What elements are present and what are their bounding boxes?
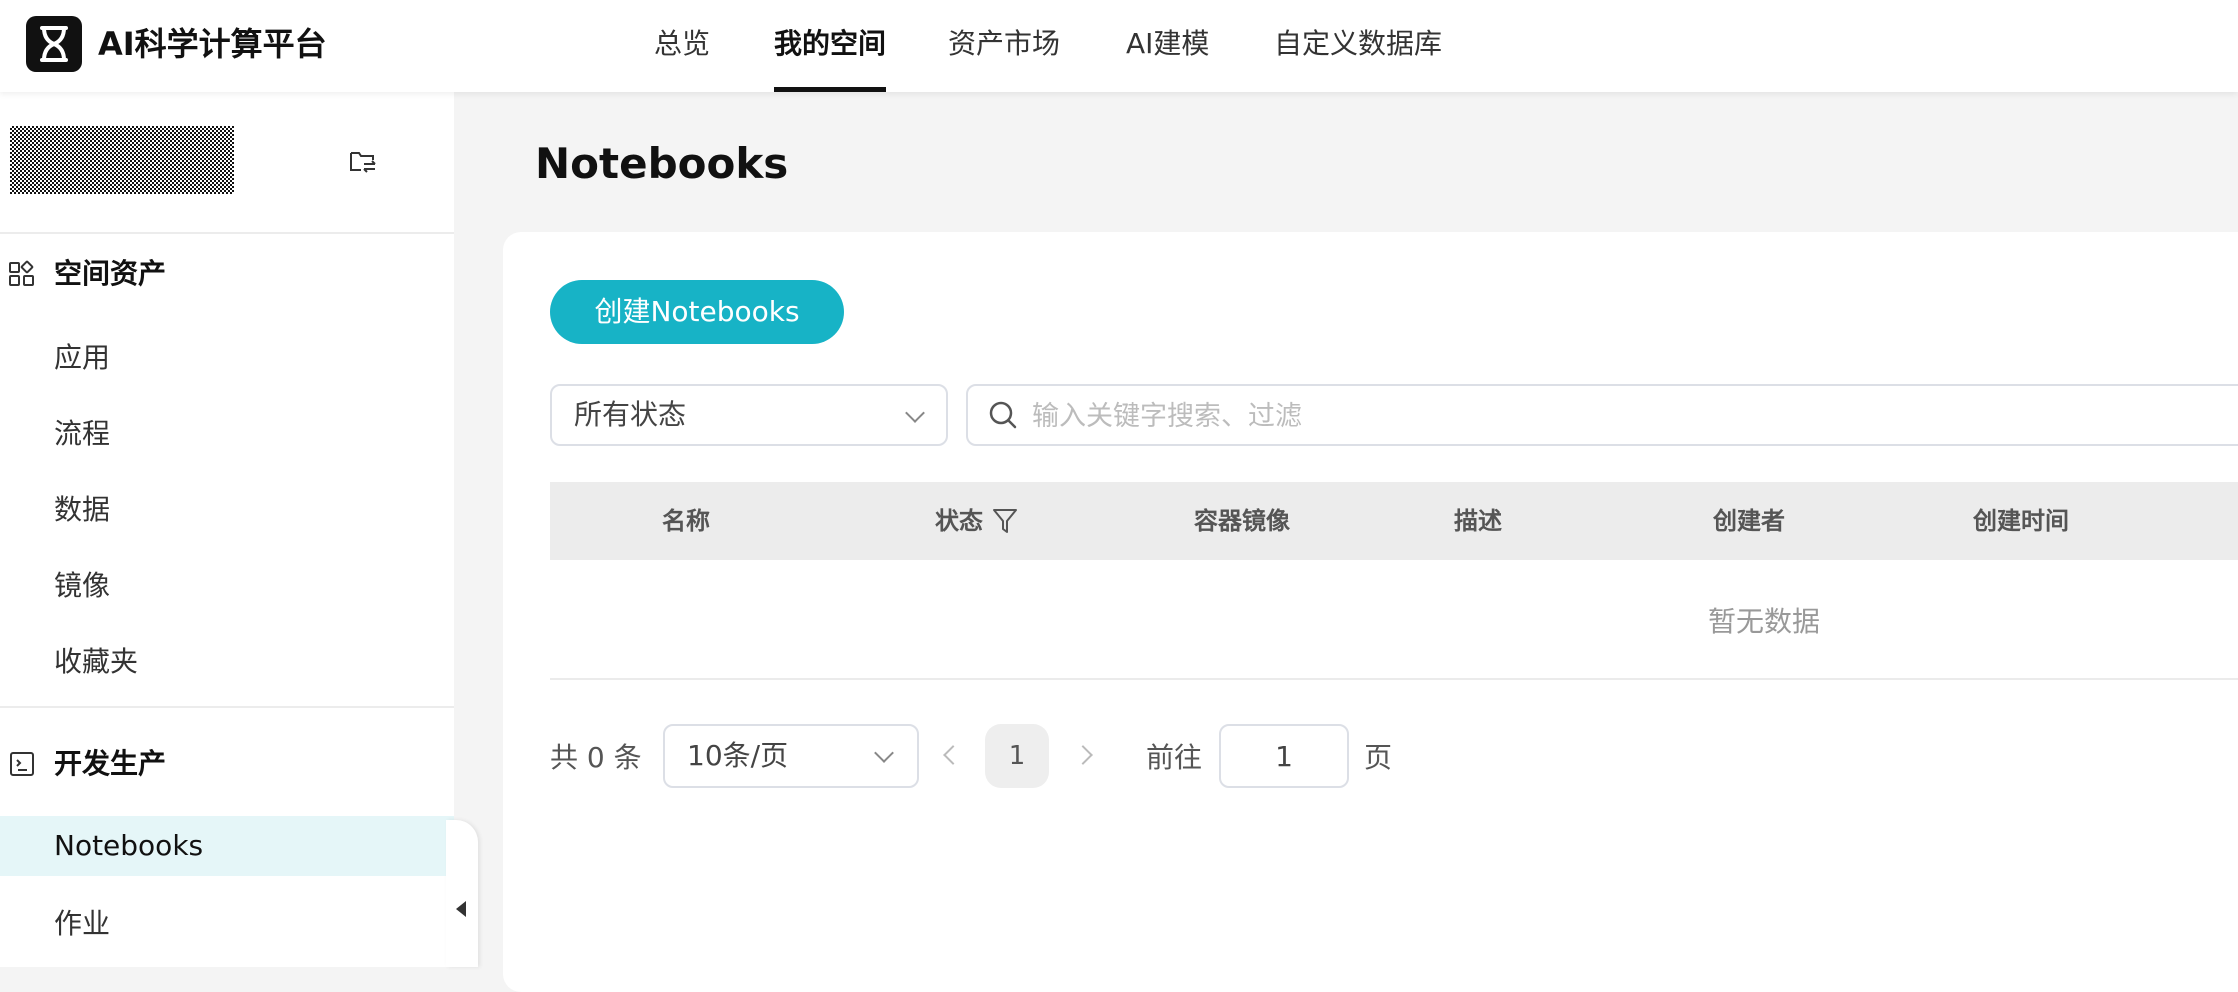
page-size-select[interactable]: 10条/页 (663, 724, 919, 788)
column-header-creator: 创建者 (1713, 507, 1785, 535)
empty-state-text: 暂无数据 (1708, 605, 1821, 638)
sidebar-item-label: Notebooks (54, 829, 204, 862)
nav-overview[interactable]: 总览 (654, 20, 710, 68)
sidebar-collapse-button[interactable] (446, 820, 478, 967)
nav-custom-database[interactable]: 自定义数据库 (1274, 20, 1442, 68)
search-icon (988, 400, 1018, 430)
goto-page-input[interactable] (1219, 724, 1349, 788)
sidebar-item-label: 流程 (54, 417, 111, 450)
sidebar-item-label: 数据 (54, 493, 111, 526)
nav-ai-modeling[interactable]: AI建模 (1126, 20, 1209, 68)
table-bottom-divider (550, 678, 2238, 680)
caret-left-icon (456, 901, 466, 917)
sidebar-item-label: 镜像 (54, 569, 111, 602)
create-notebook-button[interactable]: 创建Notebooks (550, 280, 844, 344)
sidebar-group-space-assets[interactable]: 空间资产 (0, 246, 454, 302)
workspace-avatar (10, 126, 234, 194)
column-header-name: 名称 (662, 507, 710, 535)
column-header-created-time: 创建时间 (1973, 507, 2069, 535)
table-header: 名称 状态 容器镜像 描述 创建者 创建时间 (550, 482, 2238, 560)
page-size-value: 10条/页 (687, 739, 789, 772)
sidebar-divider (0, 232, 454, 234)
filter-icon[interactable] (992, 507, 1018, 535)
sidebar-item-label: 作业 (54, 907, 111, 940)
sidebar-item-data[interactable]: 数据 (0, 480, 454, 540)
sidebar-item-favorites[interactable]: 收藏夹 (0, 632, 454, 692)
column-header-container-image: 容器镜像 (1194, 507, 1290, 535)
sidebar-item-label: 收藏夹 (54, 645, 139, 678)
sidebar-group-label: 空间资产 (54, 257, 167, 290)
sidebar-item-apps[interactable]: 应用 (0, 328, 454, 388)
top-bar: AI科学计算平台 总览 我的空间 资产市场 AI建模 自定义数据库 (0, 0, 2238, 92)
nav-asset-market[interactable]: 资产市场 (948, 20, 1060, 68)
sidebar: 空间资产 应用 流程 数据 镜像 收藏夹 开发生产 Notebooks 作业 (0, 92, 454, 967)
content-card (503, 232, 2238, 992)
logo-hourglass-icon[interactable] (26, 16, 82, 72)
sidebar-group-dev-production[interactable]: 开发生产 (0, 736, 454, 792)
nav-my-space[interactable]: 我的空间 (774, 20, 886, 68)
page-suffix: 页 (1364, 741, 1393, 774)
column-header-description: 描述 (1454, 507, 1502, 535)
status-filter-select[interactable]: 所有状态 (550, 384, 948, 446)
sidebar-item-images[interactable]: 镜像 (0, 556, 454, 616)
search-input[interactable] (1030, 392, 2184, 440)
sidebar-divider (0, 706, 454, 708)
sidebar-item-workflows[interactable]: 流程 (0, 404, 454, 464)
switch-workspace-icon[interactable] (348, 146, 378, 176)
active-nav-indicator (774, 87, 886, 92)
sidebar-item-notebooks[interactable]: Notebooks (0, 816, 454, 876)
sidebar-group-label: 开发生产 (54, 747, 167, 780)
sidebar-item-label: 应用 (54, 341, 111, 374)
terminal-icon (8, 750, 36, 778)
app-title: AI科学计算平台 (98, 25, 327, 63)
pagination-total: 共 0 条 (550, 741, 642, 774)
chevron-down-icon (874, 743, 894, 763)
search-box (966, 384, 2238, 446)
goto-label: 前往 (1146, 741, 1203, 774)
grid-icon (8, 260, 36, 288)
chevron-down-icon (905, 403, 925, 423)
status-filter-value: 所有状态 (574, 398, 687, 431)
column-header-status: 状态 (935, 507, 983, 535)
page-title: Notebooks (535, 139, 789, 188)
sidebar-item-jobs[interactable]: 作业 (0, 894, 454, 954)
page-number-current[interactable]: 1 (985, 724, 1049, 788)
